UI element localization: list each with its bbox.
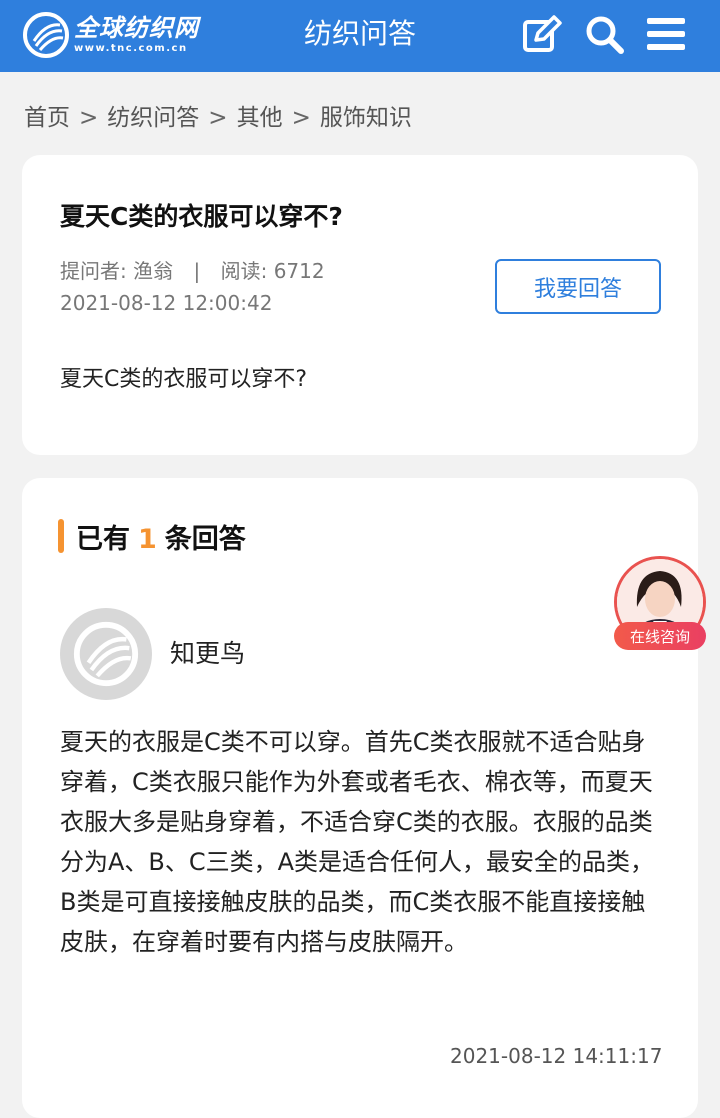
search-icon [586, 16, 624, 54]
globe-logo-icon [23, 12, 69, 58]
breadcrumb: 首页 > 纺织问答 > 其他 > 服饰知识 [24, 100, 412, 136]
question-meta: 提问者: 渔翁 | 阅读: 6712 [60, 255, 325, 287]
meta-divider: | [193, 259, 201, 283]
answer-count: 1 [138, 523, 157, 555]
menu-icon [647, 18, 685, 50]
question-title: 夏天C类的衣服可以穿不? [60, 202, 343, 231]
edit-icon [523, 15, 562, 52]
asker-name: 渔翁 [133, 259, 174, 283]
breadcrumb-qa[interactable]: 纺织问答 [107, 100, 199, 136]
read-count: 6712 [273, 259, 325, 283]
breadcrumb-apparel-knowledge[interactable]: 服饰知识 [320, 100, 412, 136]
page-title: 纺织问答 [303, 17, 416, 50]
question-date: 2021-08-12 12:00:42 [60, 291, 273, 315]
consult-label: 在线咨询 [614, 622, 706, 650]
breadcrumb-separator: > [79, 105, 99, 131]
section-accent-bar [58, 519, 64, 553]
breadcrumb-separator: > [208, 105, 228, 131]
answers-head-prefix: 已有 [76, 523, 130, 555]
answer-button[interactable]: 我要回答 [495, 259, 661, 314]
question-card: 夏天C类的衣服可以穿不? 提问者: 渔翁 | 阅读: 6712 2021-08-… [22, 155, 698, 455]
site-logo[interactable]: 全球纺织网 www.tnc.com.cn [22, 9, 222, 61]
breadcrumb-home[interactable]: 首页 [24, 100, 70, 136]
answers-header: 已有 1 条回答 [58, 516, 246, 556]
logo-title: 全球纺织网 [74, 14, 199, 42]
online-consult-button[interactable]: 在线咨询 [614, 556, 706, 656]
answers-card: 已有 1 条回答 知更鸟 夏天的衣服是C类不可以穿。首先C类衣服就不适合贴身穿着，C… [22, 478, 698, 1118]
edit-button[interactable] [520, 12, 564, 56]
logo-url: www.tnc.com.cn [74, 43, 188, 54]
search-button[interactable] [582, 12, 626, 56]
breadcrumb-separator: > [291, 105, 311, 131]
breadcrumb-other[interactable]: 其他 [237, 100, 283, 136]
reads-label: 阅读: [220, 259, 268, 283]
avatar[interactable] [60, 608, 152, 700]
menu-button[interactable] [644, 12, 688, 56]
answer-date: 2021-08-12 14:11:17 [450, 1044, 663, 1068]
top-header: 全球纺织网 www.tnc.com.cn 纺织问答 [0, 0, 720, 72]
answer-body: 夏天的衣服是C类不可以穿。首先C类衣服就不适合贴身穿着，C类衣服只能作为外套或者… [60, 728, 655, 956]
default-avatar-icon [73, 621, 139, 687]
question-body: 夏天C类的衣服可以穿不? [60, 367, 308, 392]
asker-label: 提问者: [60, 259, 127, 283]
answerer-name[interactable]: 知更鸟 [170, 634, 245, 670]
answers-head-suffix: 条回答 [164, 523, 246, 555]
